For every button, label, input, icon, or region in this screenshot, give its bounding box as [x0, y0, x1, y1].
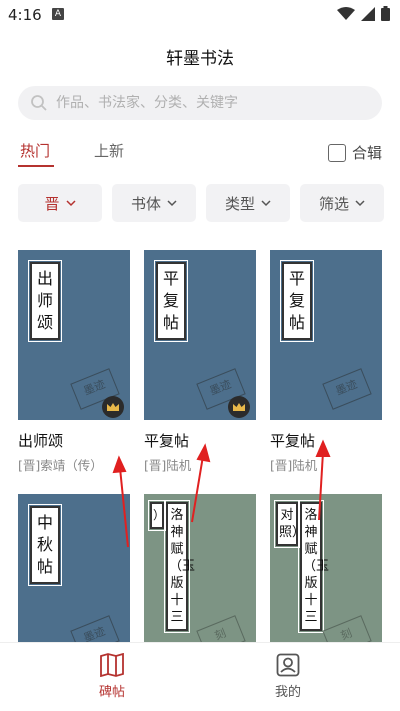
merge-toggle[interactable]: 合辑: [327, 142, 382, 163]
work-card[interactable]: 平复帖 墨迹 平复帖 [晋]陆机: [270, 250, 382, 474]
work-author: [晋]陆机: [270, 458, 318, 473]
chevron-down-icon: [65, 199, 76, 206]
work-title: 平复帖: [144, 432, 190, 450]
stamp-mark: 刻: [196, 615, 246, 642]
works-grid: 出师颂 墨迹 出师颂 [晋]索靖（传） 平复帖 墨迹 平复帖 [晋]陆机 平复帖…: [18, 250, 388, 642]
search-input[interactable]: [54, 94, 368, 112]
filter-bar: 晋 书体 类型 筛选: [18, 184, 384, 222]
battery-icon: [381, 6, 390, 21]
cover-title-label: 洛神赋（玉版十三: [298, 500, 329, 633]
filter-dynasty-label: 晋: [44, 194, 60, 213]
work-card[interactable]: 对照） 洛神赋（玉版十三 刻: [270, 494, 382, 642]
wifi-icon: [337, 6, 355, 20]
work-cover[interactable]: 平复帖 墨迹: [144, 250, 256, 420]
cover-title-label: 中秋帖: [28, 504, 62, 586]
work-title: 平复帖: [270, 432, 316, 450]
work-title: 出师颂: [18, 432, 64, 450]
cover-title-label: 洛神赋（玉版十三: [164, 500, 195, 633]
stamp-mark: 墨迹: [322, 368, 372, 410]
stamp-mark: 墨迹: [70, 615, 120, 642]
crown-icon: [228, 396, 250, 418]
search-icon: [31, 95, 47, 111]
nav-item-tie[interactable]: 碑帖: [72, 653, 152, 700]
search-bar[interactable]: [18, 86, 382, 120]
work-author: [晋]陆机: [144, 458, 192, 473]
bottom-nav: 碑帖 我的: [0, 642, 400, 711]
filter-dynasty[interactable]: 晋: [18, 184, 102, 222]
tab-new[interactable]: 上新: [94, 140, 124, 161]
profile-icon: [276, 653, 300, 677]
tab-active-indicator: [18, 165, 54, 167]
filter-script-label: 书体: [130, 194, 161, 213]
nav-me-label: 我的: [274, 685, 301, 700]
work-card[interactable]: ） 洛神赋（玉版十三 刻: [144, 494, 256, 642]
filter-more[interactable]: 筛选: [300, 184, 384, 222]
work-cover[interactable]: 中秋帖 墨迹: [18, 494, 130, 642]
work-card[interactable]: 平复帖 墨迹 平复帖 [晋]陆机: [144, 250, 256, 474]
crown-icon: [102, 396, 124, 418]
chevron-down-icon: [261, 199, 271, 206]
chevron-down-icon: [167, 199, 177, 206]
cover-title-label: 平复帖: [280, 260, 314, 342]
notification-a-icon: A: [52, 8, 64, 20]
status-bar: 4:16 A: [0, 0, 400, 30]
work-cover[interactable]: 出师颂 墨迹: [18, 250, 130, 420]
cover-title-label: 平复帖: [154, 260, 188, 342]
filter-more-label: 筛选: [318, 194, 349, 213]
book-icon: [100, 653, 124, 677]
work-cover[interactable]: ） 洛神赋（玉版十三 刻: [144, 494, 256, 642]
cover-title-label: 出师颂: [28, 260, 62, 342]
filter-script[interactable]: 书体: [112, 184, 196, 222]
filter-type[interactable]: 类型: [206, 184, 290, 222]
work-card[interactable]: 出师颂 墨迹 出师颂 [晋]索靖（传）: [18, 250, 130, 474]
stamp-mark: 刻: [322, 615, 372, 642]
cell-signal-icon: [361, 6, 375, 21]
chevron-down-icon: [355, 199, 365, 206]
nav-item-me[interactable]: 我的: [248, 653, 328, 700]
status-icons: [337, 6, 390, 21]
work-card[interactable]: 中秋帖 墨迹: [18, 494, 130, 642]
status-time: 4:16: [8, 6, 42, 24]
merge-checkbox[interactable]: [327, 143, 346, 162]
work-cover[interactable]: 对照） 洛神赋（玉版十三 刻: [270, 494, 382, 642]
work-author: [晋]索靖（传）: [18, 458, 103, 473]
filter-type-label: 类型: [224, 194, 255, 213]
work-cover[interactable]: 平复帖 墨迹: [270, 250, 382, 420]
nav-tie-label: 碑帖: [98, 685, 125, 700]
page-title: 轩墨书法: [166, 49, 234, 69]
tab-hot[interactable]: 热门: [20, 140, 50, 161]
cover-extra-label: ）: [148, 500, 166, 531]
merge-label: 合辑: [351, 144, 382, 162]
cover-extra-label: 对照）: [274, 500, 305, 548]
